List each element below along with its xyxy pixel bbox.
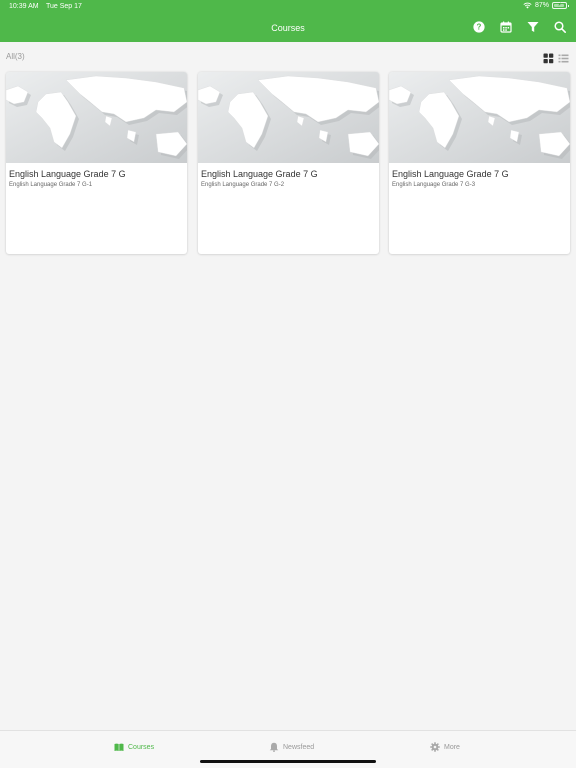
world-map-image: [198, 72, 379, 163]
tab-label: More: [444, 743, 460, 751]
course-card[interactable]: English Language Grade 7 G English Langu…: [389, 72, 570, 254]
course-title: English Language Grade 7 G: [392, 169, 509, 179]
home-indicator: [200, 760, 376, 763]
course-card[interactable]: English Language Grade 7 G English Langu…: [198, 72, 379, 254]
app-header: Courses ?: [0, 14, 576, 42]
list-view-button[interactable]: [558, 51, 569, 63]
course-thumbnail: [198, 72, 379, 163]
status-right: 87% ⚡: [523, 2, 569, 9]
gear-icon: [430, 742, 440, 752]
grid-view-button[interactable]: [543, 51, 554, 64]
course-section: English Language Grade 7 G-3: [392, 182, 476, 188]
filter-icon: [527, 22, 539, 32]
svg-text:?: ?: [477, 23, 482, 32]
tab-label: Newsfeed: [283, 743, 315, 751]
help-icon: ?: [473, 21, 485, 33]
tab-more[interactable]: More: [430, 741, 460, 753]
list-view-icon: [558, 54, 569, 63]
course-title: English Language Grade 7 G: [201, 169, 318, 179]
search-icon: [554, 21, 566, 33]
bell-icon: [269, 742, 279, 752]
course-section: English Language Grade 7 G-2: [201, 182, 285, 188]
battery-icon: ⚡: [552, 2, 569, 9]
wifi-icon: [523, 2, 532, 9]
world-map-image: [389, 72, 570, 163]
help-button[interactable]: ?: [472, 20, 486, 34]
course-thumbnail: [6, 72, 187, 163]
course-section: English Language Grade 7 G-1: [9, 182, 93, 188]
page-title: Courses: [271, 23, 305, 33]
course-count-filter[interactable]: All(3): [6, 52, 25, 61]
tab-newsfeed[interactable]: Newsfeed: [269, 741, 314, 753]
book-icon: [114, 743, 124, 751]
filter-button[interactable]: [526, 20, 540, 34]
status-date: Tue Sep 17: [46, 3, 82, 10]
grid-view-icon: [543, 53, 554, 64]
course-thumbnail: [389, 72, 570, 163]
battery-percent: 87%: [534, 2, 549, 9]
course-title: English Language Grade 7 G: [9, 169, 126, 179]
calendar-icon: [500, 21, 512, 33]
tab-label: Courses: [128, 743, 155, 751]
status-bar: 10:39 AM Tue Sep 17 87% ⚡: [0, 0, 576, 14]
course-grid: English Language Grade 7 G English Langu…: [0, 72, 576, 254]
course-card[interactable]: English Language Grade 7 G English Langu…: [6, 72, 187, 254]
search-button[interactable]: [553, 20, 567, 34]
calendar-button[interactable]: [499, 20, 513, 34]
world-map-image: [6, 72, 187, 163]
status-time: 10:39 AM: [9, 3, 39, 10]
filter-row: All(3): [0, 48, 576, 64]
tab-courses[interactable]: Courses: [114, 741, 154, 753]
